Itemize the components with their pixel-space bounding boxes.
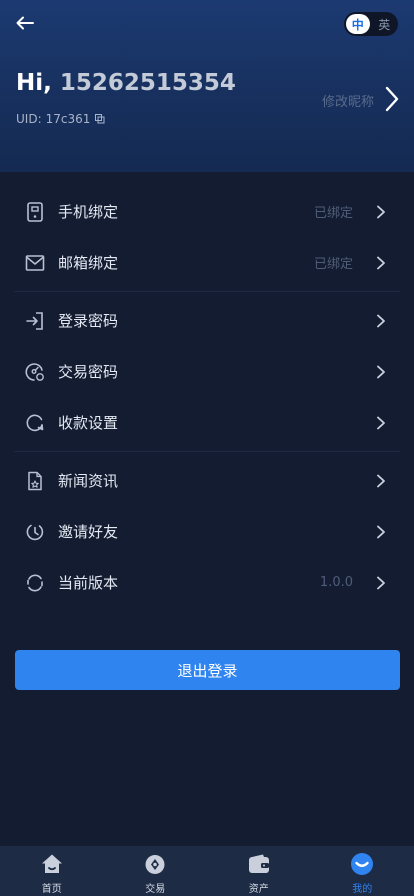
menu-item-trade-password[interactable]: 交易密码 [0,346,414,397]
chevron-right-icon [377,365,385,378]
home-icon [39,851,65,877]
menu-item-payment-settings[interactable]: 收款设置 [0,397,414,448]
tab-mine[interactable]: 我的 [311,846,414,896]
language-toggle[interactable]: 中 英 [344,12,398,36]
refresh-icon [25,413,45,433]
menu-label: 手机绑定 [58,203,119,221]
menu-item-login-password[interactable]: 登录密码 [0,295,414,346]
profile-header: 中 英 Hi, 15262515354 UID: 17c361 修改昵称 [0,0,414,172]
menu-label: 邮箱绑定 [58,254,119,272]
chevron-right-icon [377,256,385,269]
settings-menu: 手机绑定 已绑定 邮箱绑定 已绑定 登录密码 交易密码 收款设置 新闻资讯 邀请… [0,186,414,608]
trade-icon [142,851,168,877]
uid-label: UID: [16,112,42,126]
chevron-right-icon [377,474,385,487]
arrow-left-icon [16,16,34,30]
edit-nickname-link[interactable]: 修改昵称 [322,91,374,110]
back-button[interactable] [14,12,36,34]
tab-label: 资产 [248,884,269,895]
menu-item-news[interactable]: 新闻资讯 [0,455,414,506]
tab-label: 我的 [352,884,373,895]
bottom-tab-bar: 首页 交易 资产 我的 [0,846,414,896]
tab-assets[interactable]: 资产 [207,846,311,896]
chevron-right-icon [377,416,385,429]
divider [14,291,400,292]
lang-option-chinese[interactable]: 中 [346,14,370,34]
menu-item-bind-phone[interactable]: 手机绑定 已绑定 [0,186,414,237]
greeting: Hi, 15262515354 [16,70,236,96]
user-phone: 15262515354 [59,70,236,96]
lang-option-english[interactable]: 英 [373,14,397,34]
uid-row: UID: 17c361 [16,112,105,126]
chevron-right-icon [377,205,385,218]
menu-label: 交易密码 [58,363,119,381]
wallet-icon [246,851,272,877]
chevron-right-icon [377,314,385,327]
menu-item-bind-email[interactable]: 邮箱绑定 已绑定 [0,237,414,288]
invite-icon [25,522,45,542]
menu-label: 新闻资讯 [58,472,119,490]
version-value: 1.0.0 [319,575,353,590]
chevron-right-icon [377,525,385,538]
menu-label: 登录密码 [58,312,119,330]
uid-value: 17c361 [45,112,91,126]
tab-trade[interactable]: 交易 [104,846,208,896]
menu-item-current-version[interactable]: 当前版本 1.0.0 [0,557,414,608]
greeting-prefix: Hi, [16,70,52,96]
logout-button[interactable]: 退出登录 [15,650,400,690]
tab-label: 首页 [41,884,62,895]
menu-item-invite-friends[interactable]: 邀请好友 [0,506,414,557]
lock-gauge-icon [25,362,45,382]
phone-icon [25,201,45,222]
bind-status: 已绑定 [313,206,353,221]
user-icon [349,851,375,877]
menu-label: 当前版本 [58,574,119,592]
chevron-right-icon[interactable] [384,86,400,112]
mail-icon [25,253,45,273]
document-star-icon [25,471,45,491]
divider [14,451,400,452]
menu-label: 收款设置 [58,414,119,432]
chevron-right-icon [377,576,385,589]
bind-status: 已绑定 [313,257,353,272]
copy-icon[interactable] [95,114,105,124]
tab-home[interactable]: 首页 [0,846,104,896]
sync-icon [25,573,45,593]
menu-label: 邀请好友 [58,523,119,541]
tab-label: 交易 [145,884,166,895]
login-icon [25,311,45,331]
